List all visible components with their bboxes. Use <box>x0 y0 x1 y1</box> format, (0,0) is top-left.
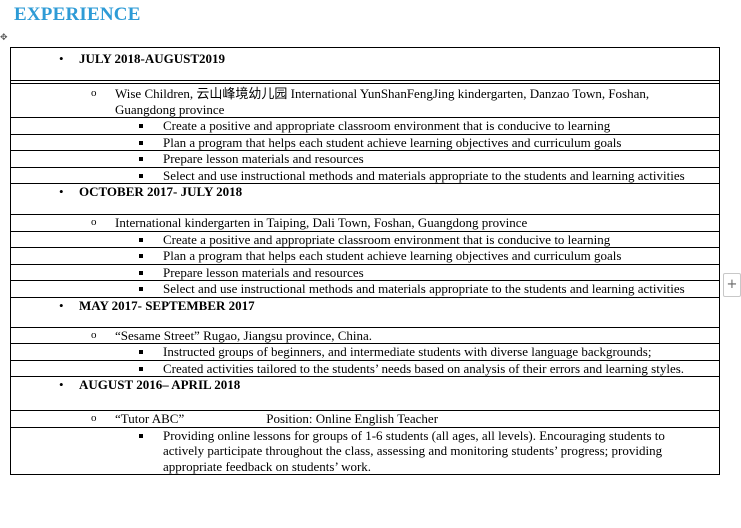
employer-line: o International kindergarten in Taiping, … <box>11 215 719 231</box>
section-heading: EXPERIENCE <box>14 4 141 25</box>
table-row: Instructed groups of beginners, and inte… <box>10 343 720 361</box>
employer-text: “Tutor ABC” <box>115 411 185 426</box>
table-move-handle-icon[interactable]: ✥ <box>0 32 10 44</box>
table-row: Prepare lesson materials and resources <box>10 263 720 281</box>
table-row: JULY 2018-AUGUST2019 <box>10 47 720 81</box>
circle-bullet-icon: o <box>91 87 97 99</box>
list-item: Create a positive and appropriate classr… <box>11 118 719 134</box>
list-item: Select and use instructional methods and… <box>11 281 719 297</box>
table-row: Plan a program that helps each student a… <box>10 133 720 151</box>
table-row: MAY 2017- SEPTEMBER 2017 <box>10 296 720 328</box>
table-row: Prepare lesson materials and resources <box>10 150 720 168</box>
table-row: AUGUST 2016– APRIL 2018 <box>10 376 720 411</box>
period-heading: MAY 2017- SEPTEMBER 2017 <box>11 298 719 314</box>
table-row: o International kindergarten in Taiping, … <box>10 214 720 232</box>
table-row: Create a positive and appropriate classr… <box>10 117 720 135</box>
circle-bullet-icon: o <box>91 412 97 424</box>
table-row: Plan a program that helps each student a… <box>10 247 720 265</box>
employer-text: International kindergarten in Taiping, D… <box>115 215 528 230</box>
list-item: Plan a program that helps each student a… <box>11 248 719 264</box>
table-row: o “Sesame Street” Rugao, Jiangsu province… <box>10 326 720 344</box>
employer-text: Wise Children, 云山峰境幼儿园 International Yun… <box>115 86 650 117</box>
circle-bullet-icon: o <box>91 216 97 228</box>
table-row: o Wise Children, 云山峰境幼儿园 International Yu… <box>10 83 720 118</box>
table-row: Created activities tailored to the stude… <box>10 359 720 377</box>
period-heading: JULY 2018-AUGUST2019 <box>11 51 719 67</box>
period-heading: AUGUST 2016– APRIL 2018 <box>11 377 719 393</box>
list-item: Prepare lesson materials and resources <box>11 151 719 167</box>
table-row: OCTOBER 2017- JULY 2018 <box>10 183 720 215</box>
list-item: Select and use instructional methods and… <box>11 168 719 184</box>
employer-line: o “Tutor ABC” Position: Online English Tea… <box>11 411 719 427</box>
employer-text: “Sesame Street” Rugao, Jiangsu province,… <box>115 327 373 343</box>
table-row: o “Tutor ABC” Position: Online English Tea… <box>10 410 720 428</box>
circle-bullet-icon: o <box>91 328 97 341</box>
list-item: Providing online lessons for groups of 1… <box>11 428 719 475</box>
list-item: Instructed groups of beginners, and inte… <box>11 344 719 360</box>
plus-icon[interactable]: + <box>723 273 741 297</box>
experience-table: JULY 2018-AUGUST2019 o Wise Children, 云山峰… <box>10 47 720 475</box>
table-row: Providing online lessons for groups of 1… <box>10 426 720 475</box>
table-row: Select and use instructional methods and… <box>10 280 720 298</box>
list-item: Prepare lesson materials and resources <box>11 265 719 281</box>
period-heading: OCTOBER 2017- JULY 2018 <box>11 184 719 200</box>
list-item: Create a positive and appropriate classr… <box>11 232 719 248</box>
employer-line: o Wise Children, 云山峰境幼儿园 International Yu… <box>11 86 719 117</box>
table-row: Create a positive and appropriate classr… <box>10 230 720 248</box>
list-item: Plan a program that helps each student a… <box>11 135 719 151</box>
table-row: Select and use instructional methods and… <box>10 166 720 184</box>
list-item: Created activities tailored to the stude… <box>11 361 719 377</box>
employer-line: o “Sesame Street” Rugao, Jiangsu province… <box>11 328 719 344</box>
position-text: Position: Online English Teacher <box>266 411 439 426</box>
